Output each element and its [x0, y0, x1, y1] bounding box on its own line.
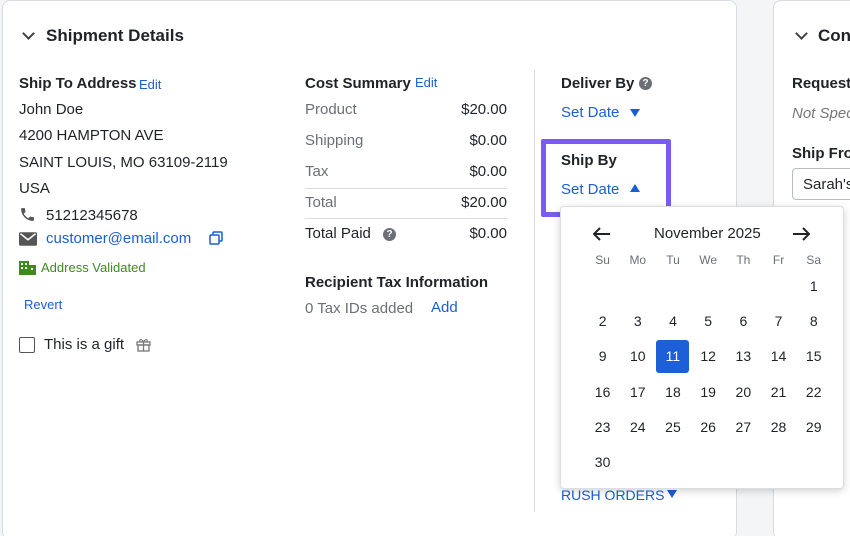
calendar-empty-cell: [585, 269, 620, 304]
calendar-day[interactable]: 22: [796, 375, 831, 410]
calendar-day[interactable]: 8: [796, 304, 831, 339]
calendar-day[interactable]: 17: [620, 375, 655, 410]
recipient-tax-label: Recipient Tax Information: [305, 274, 489, 291]
calendar-empty-cell: [655, 269, 690, 304]
calendar-day[interactable]: 23: [585, 410, 620, 445]
weekday-label: Th: [736, 253, 751, 267]
weekday-label: Su: [595, 253, 610, 267]
weekday-label: Mo: [629, 253, 647, 267]
weekday-label: Fr: [772, 253, 785, 267]
calendar-empty-cell: [726, 269, 761, 304]
cost-summary-edit-link[interactable]: Edit: [415, 75, 437, 90]
calendar-empty-cell: [761, 269, 796, 304]
calendar-day[interactable]: 9: [585, 339, 620, 374]
cost-divider: [305, 188, 507, 189]
tax-id-count: 0 Tax IDs added: [305, 300, 414, 317]
help-icon[interactable]: ?: [383, 228, 396, 241]
cost-row-label: Tax: [305, 163, 329, 180]
calendar-days: 1 2 3 4 5 6 7 8 9 10 11 12 13 14 15 16 17 18 19 20 21 22 23 24 2…: [585, 269, 831, 480]
calendar-day[interactable]: 10: [620, 339, 655, 374]
gift-label: This is a gift: [44, 336, 125, 353]
deliver-by-label: Deliver By: [561, 75, 635, 92]
revert-link[interactable]: Revert: [24, 297, 62, 312]
ship-to-edit-link[interactable]: Edit: [139, 77, 161, 92]
address-street: 4200 HAMPTON AVE: [19, 127, 164, 144]
calendar-day[interactable]: 26: [691, 410, 726, 445]
calendar-day[interactable]: 7: [761, 304, 796, 339]
address-city: SAINT LOUIS, MO 63109-2119: [19, 154, 228, 171]
calendar-day[interactable]: 4: [655, 304, 690, 339]
total-paid-label: Total Paid: [305, 225, 371, 242]
caret-down-icon[interactable]: [630, 109, 640, 117]
cost-row-label: Total: [305, 194, 337, 211]
calendar-empty-cell: [691, 269, 726, 304]
building-icon: [19, 261, 36, 275]
ship-from-label: Ship Fron: [792, 145, 850, 162]
phone-icon: [21, 208, 34, 221]
arrow-right-icon[interactable]: [792, 227, 810, 241]
calendar-day[interactable]: 2: [585, 304, 620, 339]
deliver-by-set-date[interactable]: Set Date: [561, 104, 619, 121]
weekday-header: Su Mo Tu We Th Fr Sa: [585, 253, 831, 267]
requested-label: Requeste: [792, 75, 850, 92]
address-validated-status: Address Validated: [41, 260, 146, 275]
cost-row-value: $0.00: [469, 132, 507, 149]
calendar-day[interactable]: 14: [761, 339, 796, 374]
calendar-day[interactable]: 19: [691, 375, 726, 410]
calendar-day[interactable]: 6: [726, 304, 761, 339]
copy-icon[interactable]: [209, 231, 223, 245]
calendar-day[interactable]: 15: [796, 339, 831, 374]
help-icon[interactable]: ?: [639, 77, 652, 90]
calendar-day[interactable]: 1: [796, 269, 831, 304]
calendar-day[interactable]: 30: [585, 445, 620, 480]
calendar-empty-cell: [620, 269, 655, 304]
calendar-day[interactable]: 12: [691, 339, 726, 374]
ship-from-value: Sarah's: [803, 176, 850, 193]
calendar-day[interactable]: 13: [726, 339, 761, 374]
calendar-day[interactable]: 5: [691, 304, 726, 339]
cost-row-value: $0.00: [469, 163, 507, 180]
calendar-day[interactable]: 20: [726, 375, 761, 410]
cost-row-label: Shipping: [305, 132, 364, 149]
panel-title: Con: [818, 26, 850, 45]
calendar-day[interactable]: 24: [620, 410, 655, 445]
weekday-label: Sa: [806, 253, 822, 267]
phone-number: 51212345678: [46, 207, 138, 224]
ship-to-label: Ship To Address: [19, 75, 137, 92]
calendar-day-selected[interactable]: 11: [656, 340, 690, 374]
email-link[interactable]: customer@email.com: [46, 230, 191, 247]
address-country: USA: [19, 180, 50, 197]
email-icon: [19, 232, 37, 246]
gift-checkbox[interactable]: [19, 337, 35, 353]
cost-row-value: $20.00: [461, 194, 507, 211]
cost-summary-label: Cost Summary: [305, 75, 411, 92]
cost-row-value: $20.00: [461, 101, 507, 118]
cost-row-label: Product: [305, 101, 357, 118]
calendar-day[interactable]: 25: [655, 410, 690, 445]
caret-down-icon[interactable]: [667, 490, 677, 498]
calendar-day[interactable]: 28: [761, 410, 796, 445]
cost-divider: [305, 218, 507, 219]
calendar-day[interactable]: 16: [585, 375, 620, 410]
add-tax-id-link[interactable]: Add: [431, 299, 458, 316]
rush-orders-link[interactable]: RUSH ORDERS: [561, 487, 664, 503]
gift-icon: [136, 339, 151, 352]
not-specified-text: Not Spec: [792, 105, 850, 122]
arrow-left-icon[interactable]: [593, 227, 611, 241]
calendar-day[interactable]: 3: [620, 304, 655, 339]
total-paid-value: $0.00: [469, 225, 507, 242]
calendar-day[interactable]: 27: [726, 410, 761, 445]
panel-title: Shipment Details: [46, 26, 184, 45]
recipient-name: John Doe: [19, 101, 84, 118]
calendar-day[interactable]: 18: [655, 375, 690, 410]
calendar-day[interactable]: 21: [761, 375, 796, 410]
calendar-day[interactable]: 29: [796, 410, 831, 445]
weekday-label: We: [699, 253, 718, 267]
column-divider: [534, 70, 535, 512]
date-picker-calendar: November 2025 Su Mo Tu We Th Fr Sa 1 2 3 4 5 6 7 8 9 10…: [560, 206, 844, 489]
calendar-month-label: November 2025: [654, 225, 761, 242]
weekday-label: Tu: [666, 253, 680, 267]
